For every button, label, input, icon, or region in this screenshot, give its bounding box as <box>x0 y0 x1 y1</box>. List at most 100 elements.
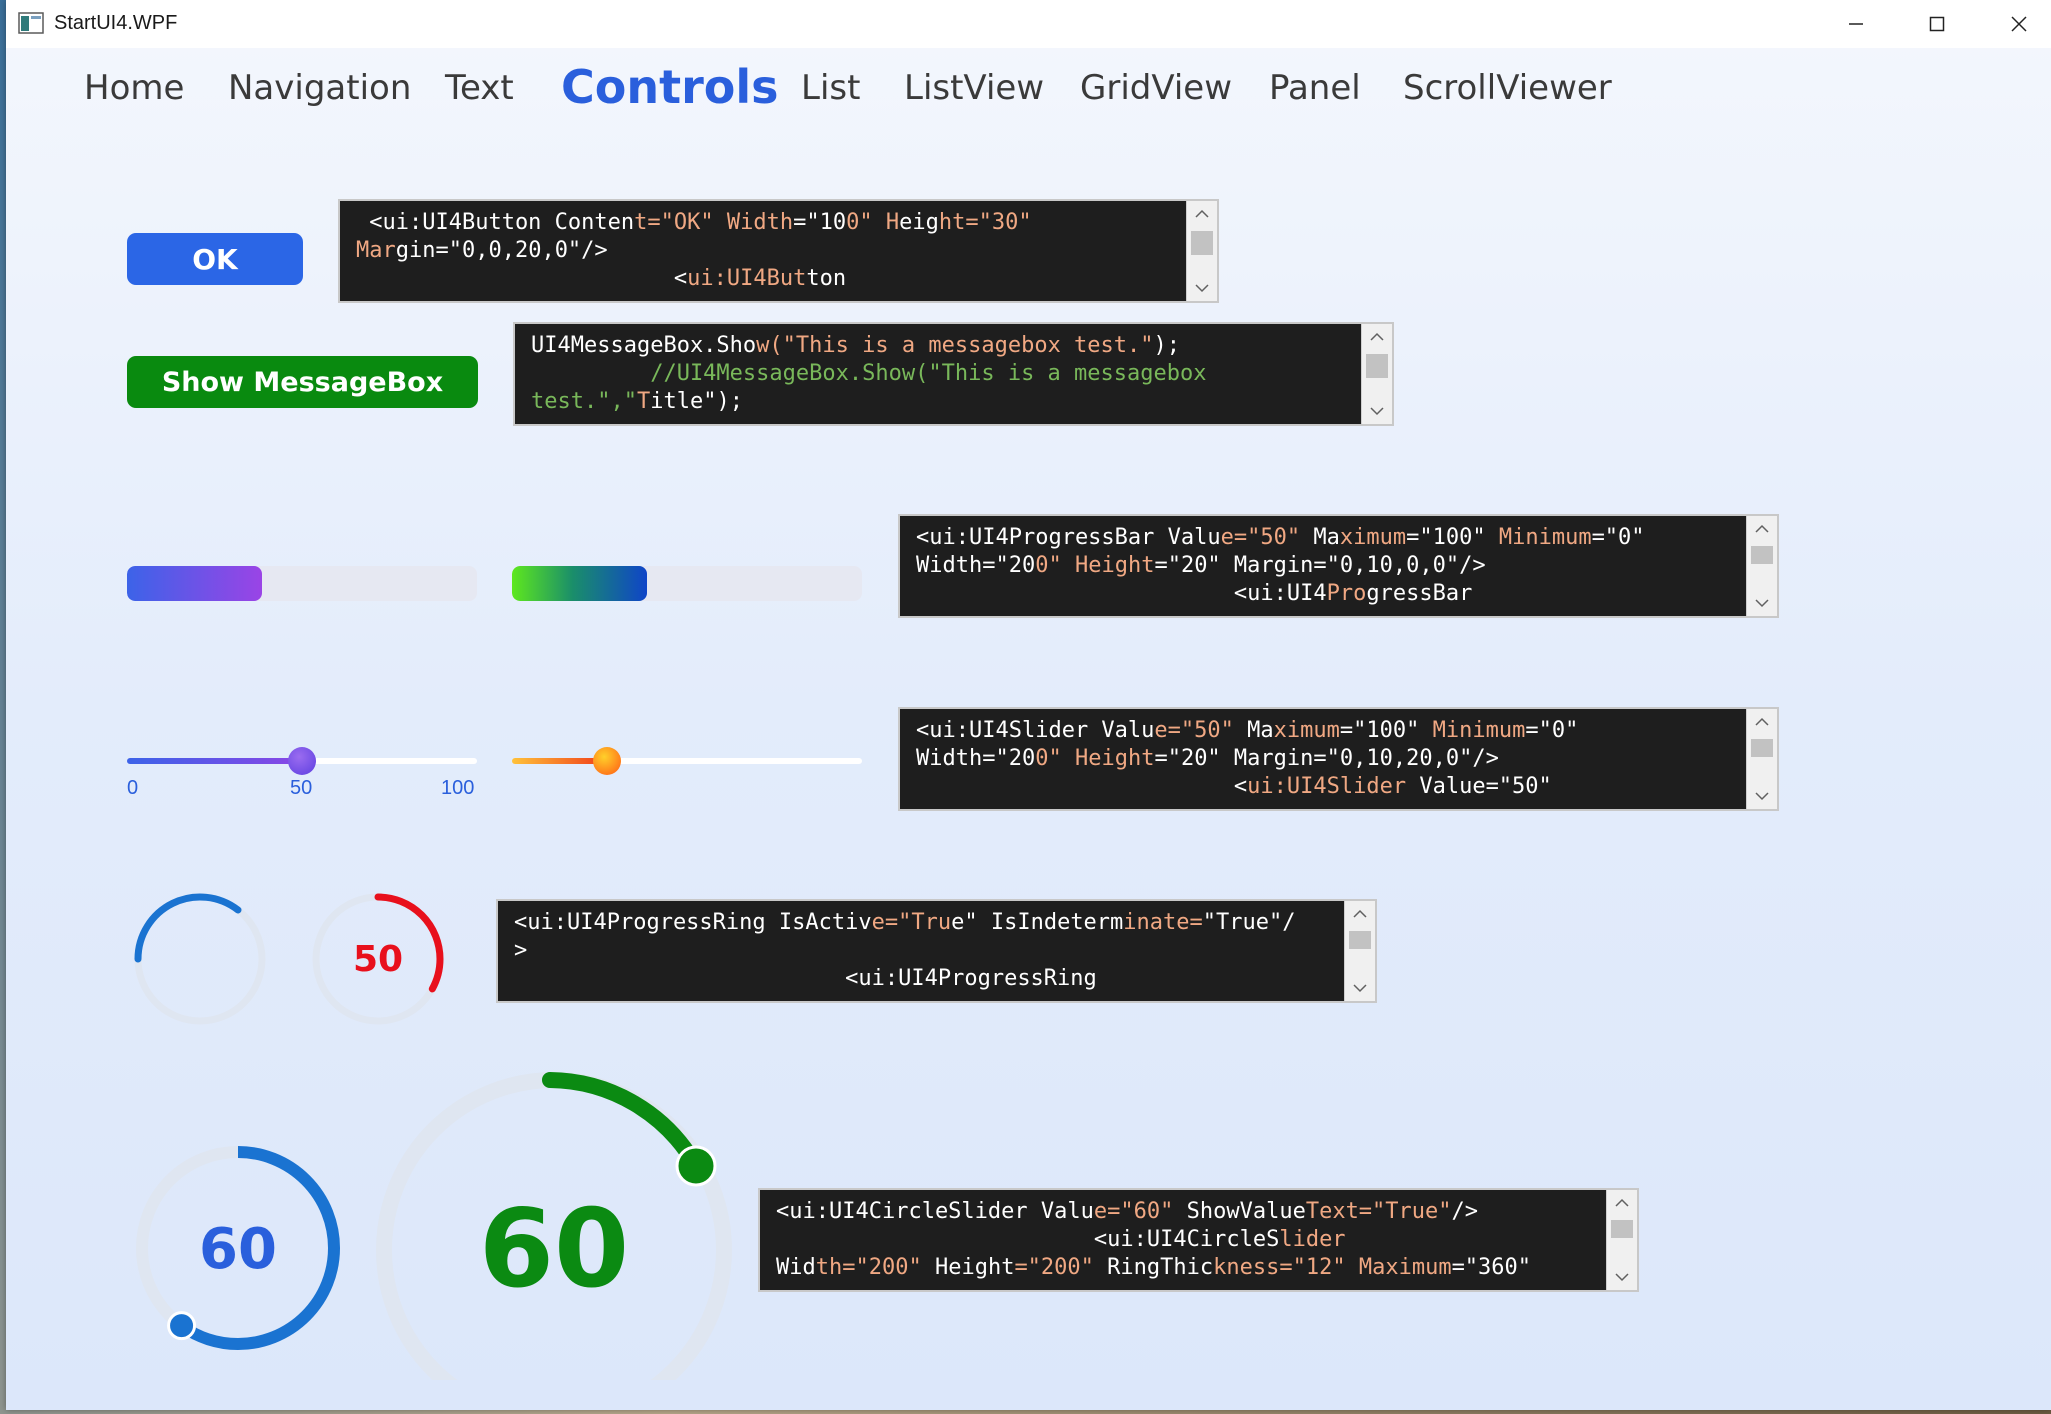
progressbar-code-box[interactable]: <ui:UI4ProgressBar Value="50" Maximum="1… <box>898 514 1779 618</box>
vertical-scrollbar[interactable] <box>1746 516 1777 616</box>
circle-slider-small[interactable]: 60 <box>128 1138 348 1358</box>
chevron-up-icon <box>1755 717 1769 726</box>
nav-scrollviewer[interactable]: ScrollViewer <box>1403 68 1612 108</box>
window-title: StartUI4.WPF <box>54 12 178 34</box>
scroll-thumb[interactable] <box>1366 354 1388 378</box>
nav-text[interactable]: Text <box>445 68 514 108</box>
code-token: > <box>514 938 528 963</box>
progress-bar-fill <box>512 566 647 601</box>
app-window: StartUI4.WPF Home Navigation Text Contro… <box>6 0 2051 1410</box>
progress-bar-fill <box>127 566 262 601</box>
code-token: lider <box>1279 1227 1346 1252</box>
maximize-button[interactable] <box>1897 0 1977 48</box>
chevron-down-icon <box>1755 599 1769 608</box>
code-token: ="0" <box>1525 718 1579 743</box>
nav-panel[interactable]: Panel <box>1269 68 1361 108</box>
nav-home[interactable]: Home <box>84 68 184 108</box>
vertical-scrollbar[interactable] <box>1746 709 1777 809</box>
messagebox-code-box[interactable]: UI4MessageBox.Show("This is a messagebox… <box>513 322 1394 426</box>
circle-slider-thumb[interactable] <box>675 1145 717 1187</box>
code-token: Width="20 <box>916 746 1036 771</box>
scroll-up-arrow[interactable] <box>1607 1190 1637 1216</box>
nav-listview[interactable]: ListView <box>904 68 1044 108</box>
slider-purple[interactable] <box>127 747 477 775</box>
nav-list[interactable]: List <box>801 68 860 108</box>
code-token: Ma <box>1233 718 1274 743</box>
code-token: t="OK" <box>634 210 714 235</box>
nav-controls[interactable]: Controls <box>561 60 779 114</box>
vertical-scrollbar[interactable] <box>1344 901 1375 1001</box>
code-token: RingThic <box>1093 1255 1214 1280</box>
code-token: e" IsIndeterm <box>951 910 1124 935</box>
code-token: //UI4MessageBox.Show("This is a messageb… <box>531 361 1207 386</box>
messagebox-code-text: UI4MessageBox.Show("This is a messagebox… <box>531 332 1352 416</box>
code-token: UI4MessageBox.Sho <box>531 333 757 358</box>
scroll-down-arrow[interactable] <box>1362 398 1392 424</box>
scroll-up-arrow[interactable] <box>1747 709 1777 735</box>
progress-bar-purple <box>127 566 477 601</box>
code-token: Width <box>726 210 794 235</box>
maximize-icon <box>1929 16 1945 32</box>
code-token: kness="12" <box>1213 1255 1359 1280</box>
slider-thumb[interactable] <box>288 747 316 775</box>
scroll-down-arrow[interactable] <box>1607 1264 1637 1290</box>
code-token: ="10 <box>793 210 847 235</box>
slider-thumb[interactable] <box>592 747 621 775</box>
progressbar-code-text: <ui:UI4ProgressBar Value="50" Maximum="1… <box>916 524 1737 608</box>
circle-slider-value: 60 <box>479 1187 629 1312</box>
scroll-down-arrow[interactable] <box>1345 975 1375 1001</box>
scroll-thumb[interactable] <box>1349 931 1371 949</box>
circle-slider-thumb[interactable] <box>167 1311 197 1341</box>
slider-code-box[interactable]: <ui:UI4Slider Value="50" Maximum="100" M… <box>898 707 1779 811</box>
scroll-up-arrow[interactable] <box>1345 901 1375 927</box>
code-token: ="20" Margin="0,10,20,0"/> <box>1154 746 1499 771</box>
chevron-down-icon <box>1370 407 1384 416</box>
chevron-up-icon <box>1615 1198 1629 1207</box>
scroll-thumb[interactable] <box>1611 1220 1633 1238</box>
code-token: ShowValue <box>1173 1199 1306 1224</box>
code-token: ="30" <box>965 210 1032 235</box>
code-token: Minimum <box>1432 718 1526 743</box>
code-token: <ui:UI4ProgressRing IsActiv <box>514 910 872 935</box>
progress-ring-indeterminate <box>134 893 266 1025</box>
nav-navigation[interactable]: Navigation <box>228 68 411 108</box>
progress-bar-green-blue <box>512 566 862 601</box>
code-token: Mar <box>356 238 396 263</box>
scroll-up-arrow[interactable] <box>1362 324 1392 350</box>
code-token: Pro <box>1326 581 1367 606</box>
code-token: e="60" <box>1093 1199 1174 1224</box>
scroll-thumb[interactable] <box>1191 231 1213 255</box>
vertical-scrollbar[interactable] <box>1606 1190 1637 1290</box>
show-messagebox-button[interactable]: Show MessageBox <box>127 356 478 408</box>
code-token: th="200" <box>815 1255 922 1280</box>
code-token: ximum <box>1273 718 1340 743</box>
code-token: <ui:UI4Button Conten <box>356 210 635 235</box>
circle-slider-big[interactable]: 60 <box>370 1060 750 1380</box>
button-code-box[interactable]: <ui:UI4Button Content="OK" Width="100" H… <box>338 199 1219 303</box>
scroll-up-arrow[interactable] <box>1747 516 1777 542</box>
ok-button[interactable]: OK <box>127 233 303 285</box>
progressring-code-box[interactable]: <ui:UI4ProgressRing IsActive="True" IsIn… <box>496 899 1377 1003</box>
scroll-up-arrow[interactable] <box>1187 201 1217 227</box>
code-token: T <box>636 389 651 414</box>
scroll-thumb[interactable] <box>1751 739 1773 757</box>
code-token: < <box>916 774 1248 799</box>
scroll-down-arrow[interactable] <box>1747 590 1777 616</box>
nav-gridview[interactable]: GridView <box>1080 68 1232 108</box>
code-token: e="50" <box>1154 718 1234 743</box>
slider-code-text: <ui:UI4Slider Value="50" Maximum="100" M… <box>916 717 1737 801</box>
circleslider-code-box[interactable]: <ui:UI4CircleSlider Value="60" ShowValue… <box>758 1188 1639 1292</box>
code-token: 0" <box>1035 746 1075 771</box>
slider-orange[interactable] <box>512 747 862 775</box>
chevron-down-icon <box>1615 1273 1629 1282</box>
code-token: "True"/ <box>1202 910 1296 935</box>
chevron-up-icon <box>1353 909 1367 918</box>
scroll-thumb[interactable] <box>1751 546 1773 564</box>
code-token: Maximum <box>1358 1255 1452 1280</box>
vertical-scrollbar[interactable] <box>1361 324 1392 424</box>
close-button[interactable] <box>1979 0 2051 48</box>
vertical-scrollbar[interactable] <box>1186 201 1217 301</box>
minimize-button[interactable] <box>1816 0 1896 48</box>
scroll-down-arrow[interactable] <box>1187 275 1217 301</box>
scroll-down-arrow[interactable] <box>1747 783 1777 809</box>
